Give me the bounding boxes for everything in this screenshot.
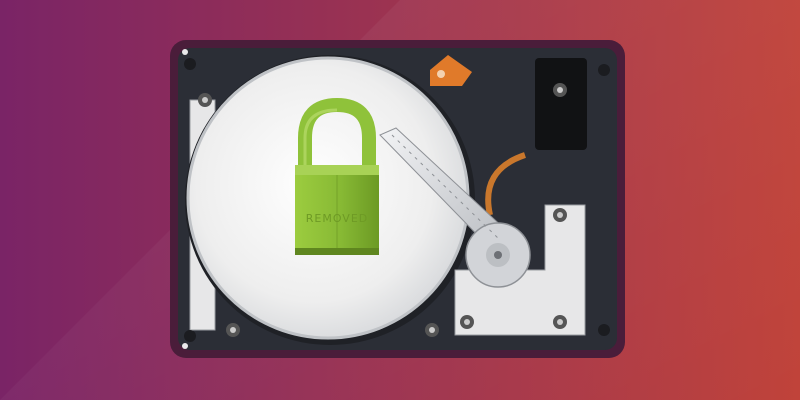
hard-drive-icon: REMOVED [0,0,800,400]
security-illustration: REMOVED [0,0,800,400]
padlock-engraving: REMOVED [306,212,369,225]
